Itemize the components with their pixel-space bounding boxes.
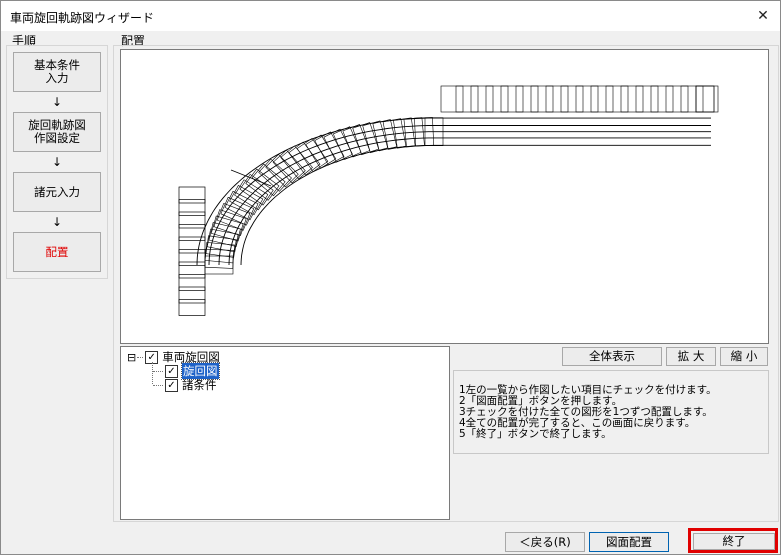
trajectory-curve xyxy=(218,131,711,266)
collapse-icon[interactable]: ⊟ xyxy=(127,351,136,364)
checkbox-child[interactable]: ✓ xyxy=(165,364,178,378)
step-label: 旋回軌跡図 作図設定 xyxy=(28,118,86,145)
tree-node-child[interactable]: ✓ 諸条件 xyxy=(153,377,217,393)
vehicle-outline xyxy=(178,274,206,291)
place-drawing-button[interactable]: 図面配置 xyxy=(589,532,669,552)
vehicle-outline xyxy=(545,85,569,113)
vehicle-outline xyxy=(695,85,715,113)
step-specs-input[interactable]: 諸元入力 xyxy=(13,172,101,212)
step-trajectory-settings[interactable]: 旋回軌跡図 作図設定 xyxy=(13,112,101,152)
vehicle-outline xyxy=(605,85,629,113)
step-arrow-icon: ↓ xyxy=(51,95,63,109)
instructions-panel: 1左の一覧から作図したい項目にチェックを付けます。 2「図面配置」ボタンを押しま… xyxy=(453,370,769,454)
vehicle-outline xyxy=(575,85,599,113)
vehicle-outline xyxy=(665,85,689,113)
zoom-in-button[interactable]: 拡 大 xyxy=(666,347,716,366)
title-bar: 車両旋回軌跡図ウィザード ✕ xyxy=(1,1,780,31)
back-button[interactable]: ＜戻る(R) xyxy=(505,532,585,552)
vehicle-outline xyxy=(485,85,509,113)
vehicle-outline xyxy=(440,85,464,113)
vehicle-outline xyxy=(178,261,206,279)
dotted-line xyxy=(137,356,144,358)
vehicle-outline xyxy=(178,186,206,204)
step-label: 諸元入力 xyxy=(34,184,80,199)
vehicle-outline xyxy=(178,249,206,266)
trajectory-curve xyxy=(208,125,711,266)
checkbox-child[interactable]: ✓ xyxy=(165,378,178,392)
vehicle-outline xyxy=(178,211,206,229)
vehicle-outline xyxy=(695,85,719,113)
vehicle-outline xyxy=(560,85,584,113)
vehicle-outline xyxy=(620,85,644,113)
step-label: 配置 xyxy=(45,244,69,259)
step-placement[interactable]: 配置 xyxy=(13,232,101,272)
finish-highlight: 終了 xyxy=(688,528,778,553)
trajectory-curve xyxy=(196,117,711,266)
step-basic-conditions[interactable]: 基本条件 入力 xyxy=(13,52,101,92)
close-icon[interactable]: ✕ xyxy=(752,5,774,27)
vehicle-outline xyxy=(530,85,554,113)
steps-panel: 基本条件 入力 ↓ 旋回軌跡図 作図設定 ↓ 諸元入力 ↓ 配置 xyxy=(6,45,108,279)
trajectory-curve xyxy=(228,137,711,266)
preview-canvas[interactable] xyxy=(120,49,769,344)
vehicle-outline xyxy=(178,299,206,316)
vehicle-outline xyxy=(178,286,206,304)
finish-button[interactable]: 終了 xyxy=(693,533,775,550)
dotted-line xyxy=(153,370,163,372)
vehicle-outline xyxy=(635,85,659,113)
vehicle-outline xyxy=(500,85,524,113)
step-arrow-icon: ↓ xyxy=(51,215,63,229)
window-title: 車両旋回軌跡図ウィザード xyxy=(10,11,155,25)
vehicle-outline xyxy=(470,85,494,113)
vehicle-outline xyxy=(680,85,704,113)
vehicle-outline xyxy=(178,199,206,216)
vehicle-outline xyxy=(650,85,674,113)
vehicle-outline xyxy=(515,85,539,113)
item-tree[interactable]: ⊟ ✓ 車両旋回図 ✓ 旋回図 ✓ 諸条件 xyxy=(120,346,450,520)
tree-label: 諸条件 xyxy=(182,378,217,392)
zoom-out-button[interactable]: 縮 小 xyxy=(720,347,768,366)
vehicle-outline xyxy=(590,85,614,113)
step-label: 基本条件 入力 xyxy=(34,58,80,85)
dotted-line xyxy=(153,384,163,386)
step-arrow-icon: ↓ xyxy=(51,155,63,169)
instruction-line: 5「終了」ボタンで終了します。 xyxy=(459,428,612,440)
vehicle-outline xyxy=(455,85,479,113)
fit-view-button[interactable]: 全体表示 xyxy=(562,347,662,366)
turning-trajectory-drawing xyxy=(178,85,719,316)
